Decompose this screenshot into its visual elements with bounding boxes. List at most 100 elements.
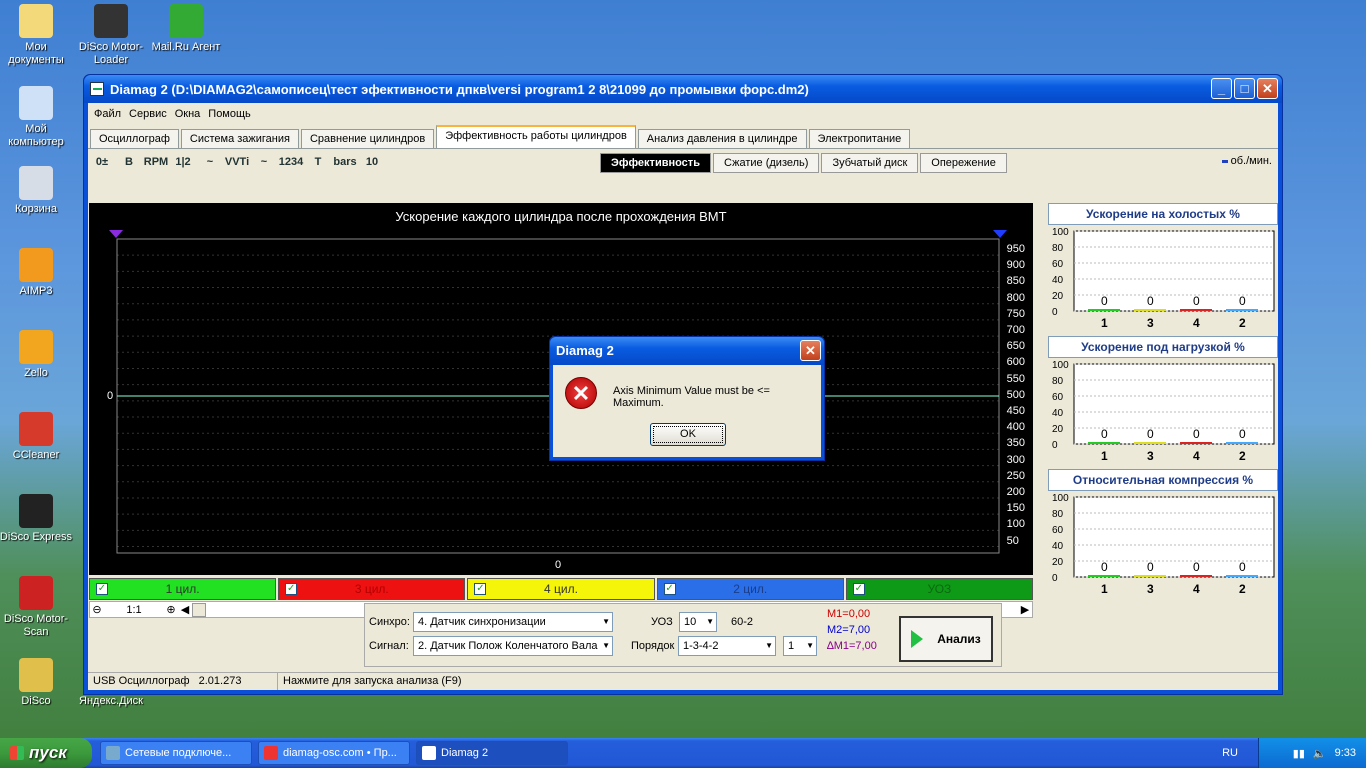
desktop-icon[interactable]: Корзина (0, 166, 74, 216)
toolbar-tool-icon[interactable]: B (118, 152, 140, 172)
desktop-icon[interactable]: DiSco Motor-Scan (0, 576, 74, 639)
scroll-left-icon[interactable]: ◀ (178, 603, 192, 616)
toolbar-tool-icon[interactable]: VVTi (225, 152, 249, 172)
status-version: 2.01.273 (198, 675, 242, 687)
tab[interactable]: Система зажигания (180, 129, 299, 148)
minimize-button[interactable]: _ (1211, 78, 1232, 99)
zoom-in-icon[interactable]: ⊕ (164, 603, 178, 616)
analyze-button[interactable]: Анализ (899, 616, 993, 662)
ok-button[interactable]: OK (650, 423, 726, 446)
taskbar-button[interactable]: diamag-osc.com • Пр... (258, 741, 410, 765)
tab[interactable]: Электропитание (808, 129, 911, 148)
desktop-icon[interactable]: Мои документы (0, 4, 74, 67)
y-axis-ticks: 950 900 850 800 750 700 650 600 550 500 450 400 350 3… (1007, 241, 1025, 549)
close-button[interactable]: ✕ (1257, 78, 1278, 99)
uoz-label: УОЗ (651, 616, 673, 628)
side-panel-title[interactable]: Ускорение на холостых % (1048, 203, 1278, 225)
toolbar-tool-icon[interactable]: 1234 (279, 152, 303, 172)
tab[interactable]: Осциллограф (90, 129, 179, 148)
taskbar-app-icon (106, 746, 120, 760)
subtab[interactable]: Зубчатый диск (821, 153, 919, 173)
toolbar-tool-icon[interactable]: T (307, 152, 329, 172)
toolbar-tool-icon[interactable]: RPM (144, 152, 168, 172)
tab[interactable]: Сравнение цилиндров (300, 129, 435, 148)
left-marker[interactable] (109, 230, 123, 238)
desktop-icon[interactable]: CCleaner (0, 412, 74, 462)
channel-label: 2 цил. (733, 582, 768, 596)
maximize-button[interactable]: □ (1234, 78, 1255, 99)
channel-toggle[interactable]: ✓ 4 цил. (467, 578, 655, 600)
menu-item[interactable]: Файл (90, 108, 125, 120)
toolbar-tool-icon[interactable]: 10 (361, 152, 383, 172)
channel-checkbox[interactable]: ✓ (96, 583, 108, 595)
desktop-icon[interactable]: DiSco (0, 658, 74, 708)
zoom-out-icon[interactable]: ⊖ (90, 603, 104, 616)
channel-label: 4 цил. (544, 582, 578, 596)
right-marker[interactable] (993, 230, 1007, 238)
taskbar-button[interactable]: Сетевые подключе... (100, 741, 252, 765)
panel-bar-value: 0 (1147, 294, 1154, 308)
toolbar-tool-icon[interactable]: 0± (91, 152, 113, 172)
volume-icon[interactable]: 🔈 (1313, 747, 1327, 760)
side-panel-title[interactable]: Ускорение под нагрузкой % (1048, 336, 1278, 358)
panel-bar (1088, 575, 1120, 577)
main-tabs: Осциллограф Система зажигания Сравнение ци… (88, 125, 1278, 149)
panel-y-tick: 40 (1052, 275, 1064, 286)
taskbar: пуск Сетевые подключе... diamag-osc.com •… (0, 738, 1366, 768)
desktop-icon[interactable]: Zello (0, 330, 74, 380)
tab[interactable]: Эффективность работы цилиндров (436, 125, 636, 148)
subtab[interactable]: Сжатие (дизель) (712, 153, 820, 173)
window-titlebar[interactable]: Diamag 2 (D:\DIAMAG2\самописец\тест эфек… (84, 75, 1282, 103)
clock: 9:33 (1334, 747, 1356, 759)
scroll-thumb[interactable] (192, 602, 206, 617)
subtab[interactable]: Эффективность (600, 153, 711, 173)
toolbar-tool-icon[interactable]: bars (333, 152, 356, 172)
menu-item[interactable]: Сервис (125, 108, 171, 120)
channel-toggle[interactable]: ✓ 2 цил. (656, 578, 844, 600)
network-icon[interactable]: ▮▮ (1293, 747, 1305, 760)
panel-y-tick: 100 (1052, 227, 1069, 238)
menu-item[interactable]: Окна (171, 108, 205, 120)
side-panel-title[interactable]: Относительная компрессия % (1048, 469, 1278, 491)
desktop-icon[interactable]: DiSco Express (0, 494, 74, 544)
desktop-icon[interactable]: AIMP3 (0, 248, 74, 298)
desktop-icon[interactable]: Mail.Ru Агент (148, 4, 224, 54)
panel-bar-value: 0 (1239, 294, 1246, 308)
toolbar-tool-icon[interactable]: ~ (199, 152, 221, 172)
dialog-close-button[interactable]: ✕ (800, 340, 821, 361)
uoz-spinner[interactable]: 10 (679, 612, 717, 632)
channel-toggle[interactable]: ✓ 1 цил. (89, 578, 277, 600)
toolbar-tool-icon[interactable]: ~ (253, 152, 275, 172)
desktop-icon-label: Zello (24, 367, 48, 379)
language-indicator[interactable]: RU (1222, 738, 1238, 768)
side-panel: Относительная компрессия % 100 80 60 40 20 0 0 1… (1048, 469, 1278, 596)
channel-checkbox[interactable]: ✓ (285, 583, 298, 595)
desktop-icon[interactable]: Мой компьютер (0, 86, 74, 149)
side-panel: Ускорение на холостых % 100 80 60 40 20 0 0 1 0 3 0… (1048, 203, 1278, 330)
desktop-icon[interactable]: DiSco Motor-Loader (73, 4, 149, 67)
channel-checkbox[interactable]: ✓ (474, 583, 487, 595)
taskbar-button[interactable]: Diamag 2 (416, 741, 568, 765)
status-device-name: USB Осциллограф (93, 675, 190, 687)
order-index-select[interactable]: 1 (783, 636, 817, 656)
signal-select[interactable]: 2. Датчик Полож Коленчатого Вала (413, 636, 613, 656)
toolbar-tool-icon[interactable]: 1|2 (172, 152, 194, 172)
tab[interactable]: Анализ давления в цилиндре (637, 129, 807, 148)
panel-bar (1226, 575, 1258, 577)
channel-toggle[interactable]: ✓ 3 цил. (278, 578, 466, 600)
subtab[interactable]: Опережение (920, 153, 1007, 173)
panel-bar-value: 0 (1193, 427, 1200, 441)
side-panel-chart: 100 80 60 40 20 0 0 1 0 3 0 4 0 2 (1048, 491, 1278, 596)
channel-checkbox[interactable]: ✓ (663, 583, 676, 595)
channel-checkbox[interactable]: ✓ (852, 583, 865, 595)
channel-toggle[interactable]: ✓ УОЗ (845, 578, 1034, 600)
start-button[interactable]: пуск (0, 738, 92, 768)
order-select[interactable]: 1-3-4-2 (678, 636, 776, 656)
y-tick-label: 700 (1006, 324, 1025, 337)
sync-label: Синхро: (369, 616, 410, 628)
sync-select[interactable]: 4. Датчик синхронизации (413, 612, 613, 632)
menu-item[interactable]: Помощь (204, 108, 255, 120)
dialog-title[interactable]: Diamag 2 (550, 337, 824, 365)
m1-value: M1=0,00 (827, 608, 871, 620)
scroll-right-icon[interactable]: ▶ (1018, 603, 1032, 616)
